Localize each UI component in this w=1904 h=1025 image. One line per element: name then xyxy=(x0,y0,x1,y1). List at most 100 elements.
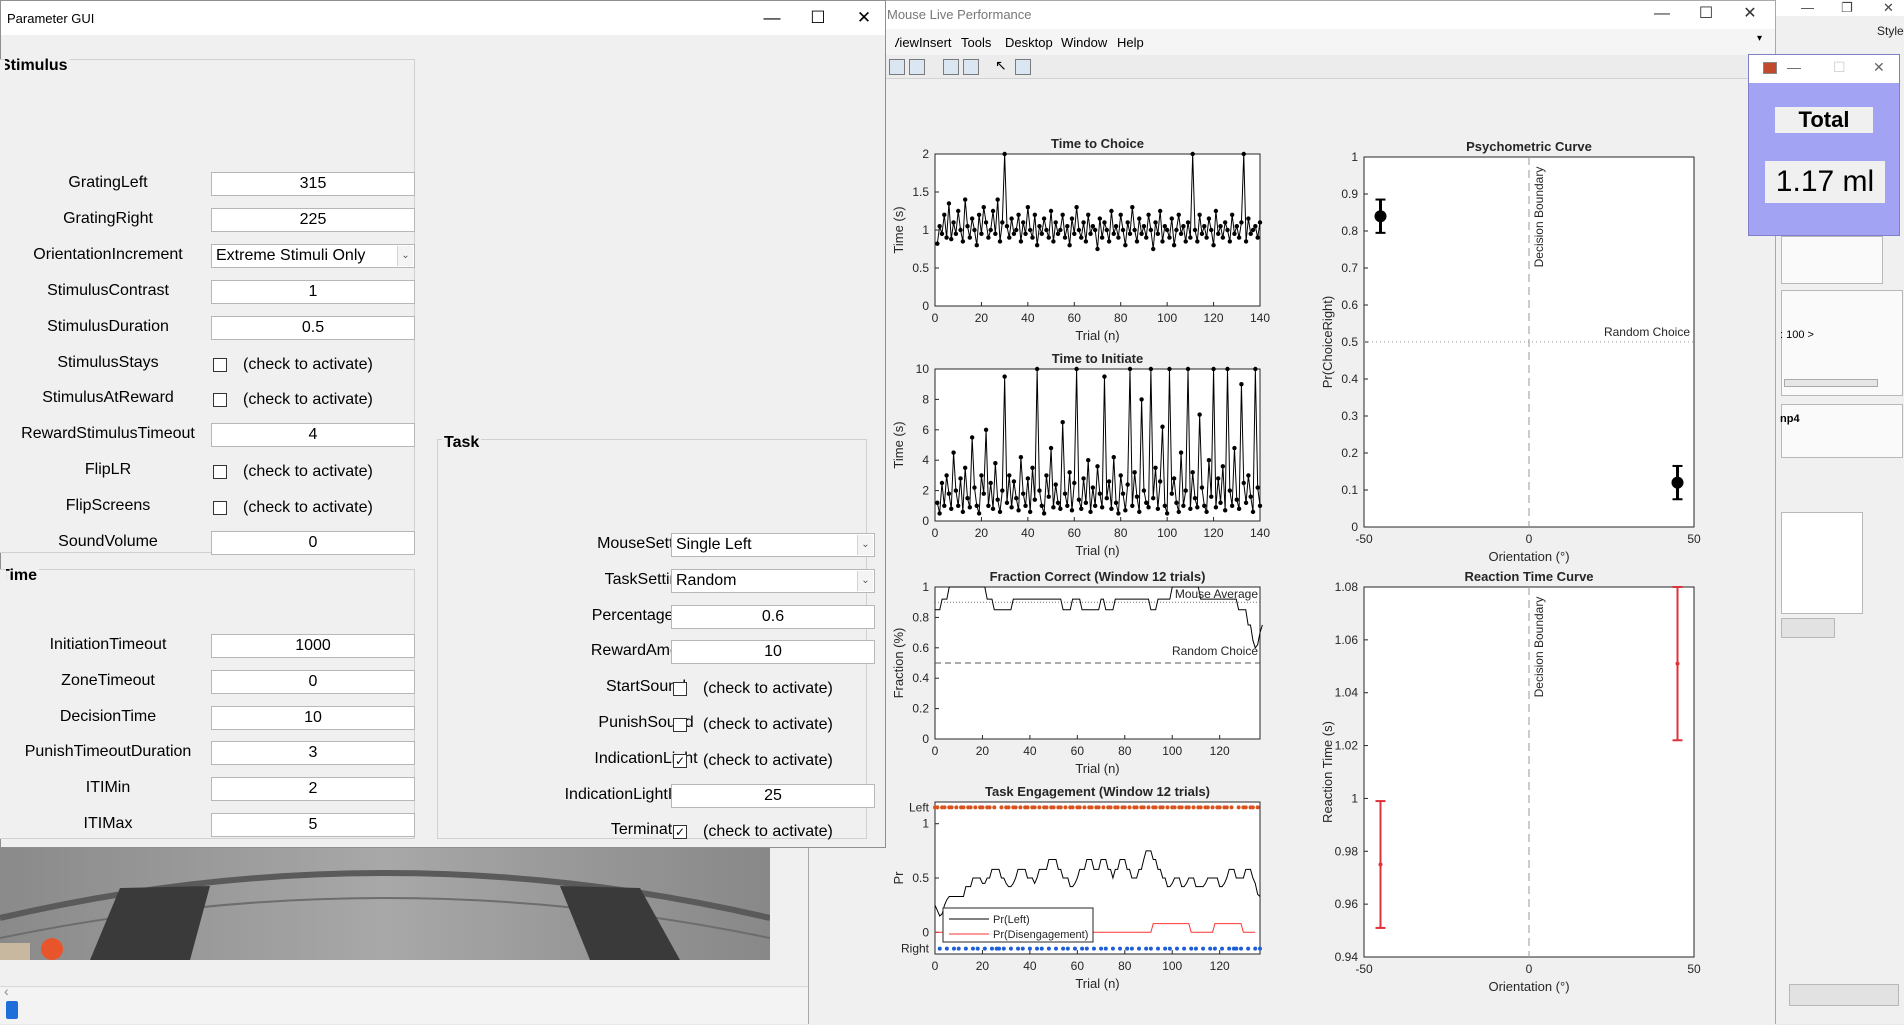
time_to_initiate-point xyxy=(1053,482,1058,487)
sound-volume-input[interactable]: 0 xyxy=(211,531,415,555)
grating-right-input[interactable]: 225 xyxy=(211,207,415,232)
insert-legend-icon[interactable] xyxy=(963,59,979,75)
pointer-icon[interactable]: ↖ xyxy=(995,57,1011,73)
mouse-setting-dropdown[interactable]: Single Left ⌄ xyxy=(671,533,875,557)
punish-timeout-duration-input[interactable]: 3 xyxy=(211,741,415,766)
bg-list[interactable] xyxy=(1781,512,1863,614)
task-setting-dropdown[interactable]: Random ⌄ xyxy=(671,568,875,593)
time_to_choice-point xyxy=(974,243,979,248)
flip-lr-checkbox[interactable] xyxy=(213,465,227,480)
reward-stimulus-timeout-input[interactable]: 4 xyxy=(211,423,415,448)
time_to_choice-point xyxy=(1220,235,1226,240)
time_to_choice-point xyxy=(997,239,1003,244)
close-icon[interactable]: ✕ xyxy=(1727,1,1773,29)
stimulus-at-reward-checkbox[interactable] xyxy=(213,393,227,408)
grating-left-input[interactable]: 315 xyxy=(211,172,415,196)
flip-lr-row: FlipLR xyxy=(0,457,200,483)
camera-scrollbar[interactable]: ‹ xyxy=(0,983,808,1024)
right-choice-point xyxy=(1253,946,1258,951)
time_to_initiate-point xyxy=(1176,509,1181,515)
minimize-icon[interactable]: — xyxy=(1639,1,1685,29)
toolbar-collapse-icon[interactable]: ▾ xyxy=(1757,33,1762,44)
chevron-down-icon[interactable]: ⌄ xyxy=(397,245,413,266)
terminate-checkbox[interactable]: ✓ xyxy=(673,825,687,840)
property-editor-icon[interactable] xyxy=(1015,59,1031,75)
total-close-icon[interactable]: ✕ xyxy=(1873,59,1885,76)
time_to_initiate-point xyxy=(1058,506,1063,512)
punish-sound-checkbox[interactable] xyxy=(673,718,687,732)
param-close-icon[interactable]: ✕ xyxy=(841,3,887,33)
left-choice-point xyxy=(1179,805,1184,810)
bg-button[interactable] xyxy=(1781,618,1835,638)
orientation-increment-dropdown[interactable]: Extreme Stimuli Only ⌄ xyxy=(211,243,415,268)
menu-help[interactable]: Help xyxy=(1117,35,1144,50)
itimax-label: ITIMax xyxy=(83,815,133,832)
print-icon[interactable] xyxy=(889,59,905,75)
fraction_correct-xtick-label: 80 xyxy=(1118,744,1132,758)
flip-screens-checkbox[interactable] xyxy=(213,501,227,516)
time_to_initiate-ylabel: Time (s) xyxy=(891,421,906,468)
bg-close-icon[interactable]: ✕ xyxy=(1883,0,1894,16)
itimin-input[interactable]: 2 xyxy=(211,777,415,802)
param-minimize-icon[interactable]: — xyxy=(749,3,795,33)
menu-desktop[interactable]: Desktop xyxy=(1005,35,1053,50)
time_to_choice-point xyxy=(1097,216,1103,221)
time_to_initiate-point xyxy=(1155,506,1161,512)
time_to_choice-point xyxy=(1039,231,1044,236)
time_to_initiate-point xyxy=(1072,480,1077,486)
time_to_initiate-point xyxy=(1092,503,1098,508)
bg-bottom-field[interactable] xyxy=(1789,984,1899,1006)
reaction_time_curve-ytick-label: 1.02 xyxy=(1335,739,1359,753)
stimulus-stays-checkbox[interactable] xyxy=(213,357,227,372)
start-sound-checkbox[interactable] xyxy=(673,682,687,697)
menu-window[interactable]: Window xyxy=(1061,35,1107,50)
chevron-down-icon[interactable]: ⌄ xyxy=(857,570,873,591)
left-choice-point xyxy=(1255,805,1260,810)
figure-toolbar: ↖ xyxy=(809,55,1775,79)
percentage-left-input[interactable]: 0.6 xyxy=(671,604,875,629)
psychometric_curve-ytick-label: 0.5 xyxy=(1341,335,1358,349)
time_to_choice-ytick-label: 0.5 xyxy=(912,261,929,275)
indication-light-checkbox[interactable]: ✓ xyxy=(673,753,687,768)
psychometric_curve-xtick-label: 50 xyxy=(1687,532,1701,546)
terminate-label: Terminate xyxy=(610,821,682,839)
zone-timeout-input[interactable]: 0 xyxy=(211,669,415,694)
menu-view[interactable]: View xyxy=(895,35,919,50)
new-figure-icon[interactable] xyxy=(943,59,959,75)
right-choice-point xyxy=(970,946,975,951)
stimulus-duration-input[interactable]: 0.5 xyxy=(211,315,415,340)
bg-minimize-icon[interactable]: — xyxy=(1801,0,1814,15)
left-choice-point xyxy=(1077,805,1082,810)
right-choice-point xyxy=(1208,946,1213,951)
scroll-thumb[interactable] xyxy=(6,1001,18,1019)
reaction_time_curve-ytick-label: 1 xyxy=(1351,791,1358,805)
itimax-input[interactable]: 5 xyxy=(211,813,415,837)
time_to_initiate-point xyxy=(1169,491,1174,496)
time_to_initiate-point xyxy=(1106,479,1112,484)
time_to_initiate-point xyxy=(937,511,942,516)
reward-amount-input[interactable]: 10 xyxy=(671,640,875,665)
time_to_choice-point xyxy=(1092,227,1098,233)
print-preview-icon[interactable] xyxy=(909,59,925,75)
chevron-down-icon[interactable]: ⌄ xyxy=(857,535,873,555)
time_to_choice-point xyxy=(1209,227,1214,233)
decision-time-input[interactable]: 10 xyxy=(211,705,415,730)
time_to_choice-point xyxy=(1113,224,1119,229)
param-maximize-icon[interactable]: ☐ xyxy=(795,3,841,33)
time_to_initiate-point xyxy=(986,503,991,508)
bg-fragment-2: np4 xyxy=(1780,413,1800,425)
time_to_choice-xtick-label: 0 xyxy=(932,311,939,325)
scroll-left-icon[interactable]: ‹ xyxy=(4,983,9,999)
menu-insert[interactable]: Insert xyxy=(919,35,952,50)
total-minimize-icon[interactable]: — xyxy=(1787,59,1801,75)
start-sound-row: StartSound xyxy=(438,674,686,700)
indication-light-intensity-input[interactable]: 25 xyxy=(671,783,875,808)
time_to_initiate-point xyxy=(972,485,977,490)
left-choice-point xyxy=(949,805,954,810)
maximize-icon[interactable]: ☐ xyxy=(1683,1,1729,29)
bg-restore-icon[interactable]: ❐ xyxy=(1841,0,1853,16)
initiation-timeout-input[interactable]: 1000 xyxy=(211,634,415,658)
stimulus-contrast-input[interactable]: 1 xyxy=(211,279,415,304)
menu-tools[interactable]: Tools xyxy=(961,35,991,50)
left-choice-point xyxy=(1044,805,1049,810)
